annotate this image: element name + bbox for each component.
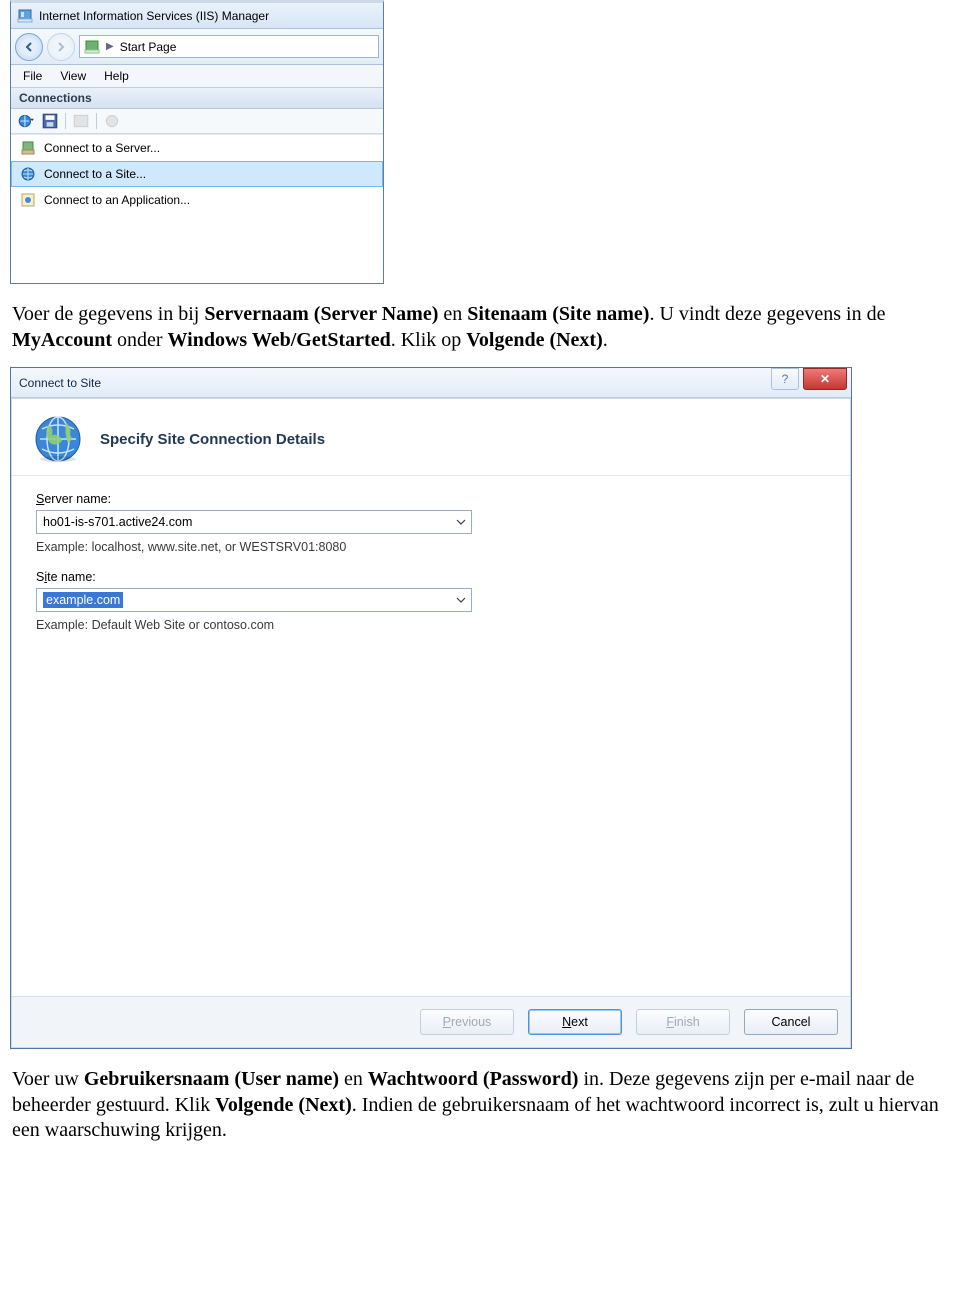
dialog-titlebar: Connect to Site ? ✕ (11, 368, 851, 398)
dialog-header: Specify Site Connection Details (12, 399, 850, 476)
connect-menu: Connect to a Server... Connect to a Site… (11, 134, 383, 213)
chevron-down-icon[interactable] (453, 591, 469, 609)
iis-manager-window: Internet Information Services (IIS) Mana… (10, 0, 384, 284)
dialog-empty-area (36, 648, 826, 988)
dialog-footer: Previous Next Finish Cancel (12, 996, 850, 1047)
connect-to-site-dialog: Connect to Site ? ✕ (10, 367, 852, 1049)
app-icon (20, 192, 36, 208)
save-icon[interactable] (41, 112, 59, 130)
nav-row: ▶ Start Page (11, 29, 383, 65)
server-name-value: ho01-is-s701.active24.com (43, 515, 192, 529)
site-name-value: example.com (43, 592, 123, 608)
site-name-example: Example: Default Web Site or contoso.com (36, 618, 826, 632)
empty-area (11, 213, 383, 283)
titlebar: Internet Information Services (IIS) Mana… (11, 3, 383, 29)
finish-button[interactable]: Finish (636, 1009, 730, 1035)
next-button[interactable]: Next (528, 1009, 622, 1035)
connect-server-item[interactable]: Connect to a Server... (11, 135, 383, 161)
menu-help[interactable]: Help (104, 69, 129, 83)
breadcrumb-bar[interactable]: ▶ Start Page (79, 35, 379, 58)
instruction-paragraph-1: Voer de gegevens in bij Servernaam (Serv… (12, 302, 942, 353)
breadcrumb-text: Start Page (120, 40, 177, 54)
cancel-button[interactable]: Cancel (744, 1009, 838, 1035)
back-button[interactable] (15, 33, 43, 61)
dialog-title: Connect to Site (19, 376, 101, 390)
server-name-label: Server name: (36, 492, 826, 506)
window-title: Internet Information Services (IIS) Mana… (39, 9, 269, 23)
menu-view[interactable]: View (60, 69, 86, 83)
forward-button[interactable] (47, 33, 75, 61)
disabled-tool-1-icon (72, 112, 90, 130)
dialog-heading: Specify Site Connection Details (100, 431, 325, 448)
connect-app-item[interactable]: Connect to an Application... (11, 187, 383, 213)
breadcrumb-separator: ▶ (106, 41, 114, 52)
site-name-input[interactable]: example.com (36, 588, 472, 612)
site-name-label: Site name: (36, 570, 826, 584)
server-name-example: Example: localhost, www.site.net, or WES… (36, 540, 826, 554)
iis-small-icon (84, 39, 100, 55)
chevron-down-icon[interactable] (453, 513, 469, 531)
previous-button[interactable]: Previous (420, 1009, 514, 1035)
toolbar-separator-2 (96, 113, 97, 129)
server-icon (20, 140, 36, 156)
connections-toolbar (11, 109, 383, 134)
dialog-help-button[interactable]: ? (771, 368, 799, 390)
globe-icon (20, 166, 36, 182)
globe-large-icon (32, 413, 84, 465)
iis-icon (17, 8, 33, 24)
instruction-paragraph-2: Voer uw Gebruikersnaam (User name) en Wa… (12, 1067, 942, 1144)
server-name-input[interactable]: ho01-is-s701.active24.com (36, 510, 472, 534)
connect-site-item[interactable]: Connect to a Site... (11, 161, 383, 187)
menu-file[interactable]: File (23, 69, 42, 83)
disabled-tool-2-icon (103, 112, 121, 130)
dialog-close-button[interactable]: ✕ (803, 368, 847, 390)
connect-server-label: Connect to a Server... (44, 141, 160, 155)
connect-site-label: Connect to a Site... (44, 167, 146, 181)
connections-panel-header: Connections (11, 88, 383, 109)
menubar: File View Help (11, 65, 383, 88)
globe-dropdown-icon[interactable] (17, 112, 35, 130)
connect-app-label: Connect to an Application... (44, 193, 190, 207)
toolbar-separator (65, 113, 66, 129)
